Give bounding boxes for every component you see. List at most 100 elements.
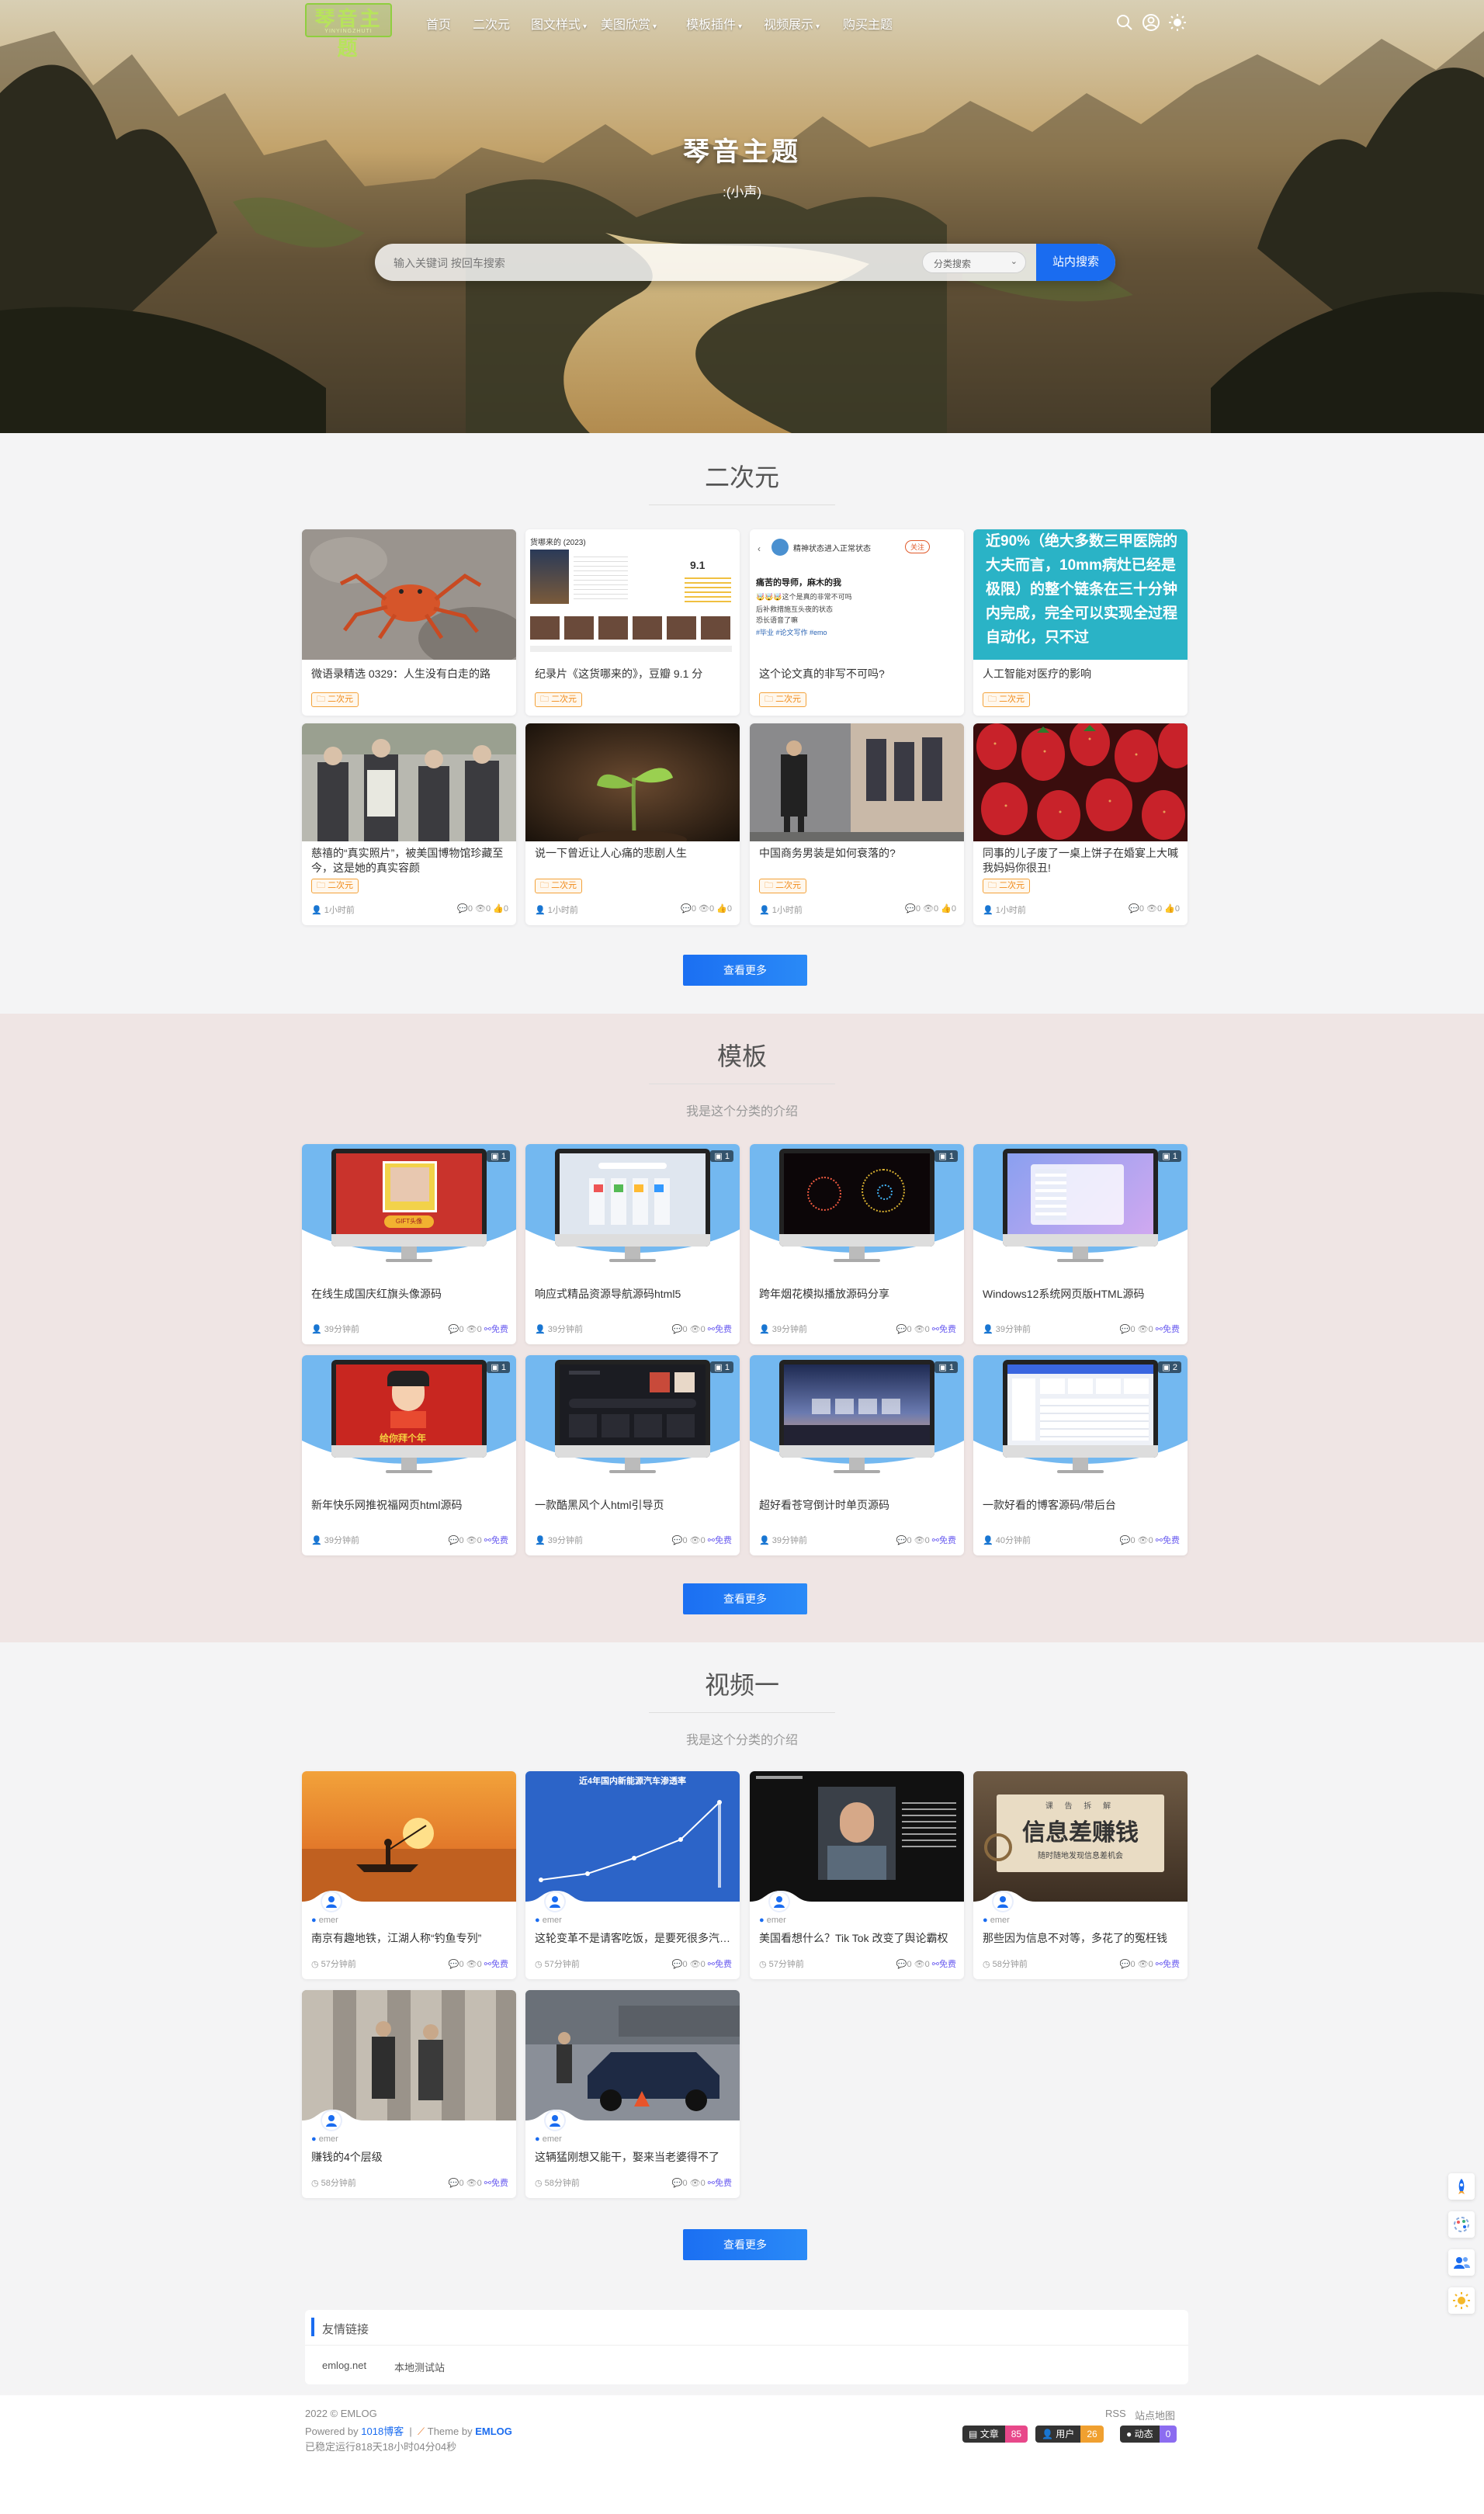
template-card[interactable]: 给你拜个年 ▣ 1 新年快乐网推祝福网页html源码 👤 39分钟前 💬0 👁0 ⚯免费: [302, 1355, 516, 1555]
video-card[interactable]: ● emer 南京有趣地铁，江湖人称“钓鱼专列” ◷ 57分钟前 💬0 👁0 ⚯免费: [302, 1771, 516, 1979]
template-title[interactable]: 在线生成国庆红旗头像源码: [311, 1287, 507, 1302]
category-tag[interactable]: 🗀 二次元: [535, 692, 583, 707]
post-card[interactable]: 微语录精选 0329：人生没有白走的路 🗀 二次元: [302, 529, 516, 716]
friend-links: 友情链接 emlog.net 本地测试站: [305, 2310, 1188, 2384]
post-title[interactable]: 人工智能对医疗的影响: [983, 667, 1178, 681]
post-title[interactable]: 微语录精选 0329：人生没有白走的路: [311, 667, 507, 681]
category-tag[interactable]: 🗀 二次元: [759, 692, 807, 707]
video-title[interactable]: 赚钱的4个层级: [311, 2150, 507, 2165]
category-tag[interactable]: 🗀 二次元: [311, 692, 359, 707]
video-title[interactable]: 这轮变革不是请客吃饭，是要死很多汽车...: [535, 1931, 730, 1946]
author-avatar[interactable]: [546, 2111, 564, 2130]
video-title[interactable]: 美国看想什么？Tik Tok 改变了舆论霸权: [759, 1931, 955, 1946]
author-name[interactable]: ● emer: [311, 2134, 338, 2144]
post-title[interactable]: 同事的儿子废了一桌上饼子在婚宴上大喊我妈妈你很丑!: [983, 846, 1178, 876]
like-icon[interactable]: 👍: [716, 904, 727, 914]
nav-anime[interactable]: 二次元: [473, 14, 510, 33]
author-avatar[interactable]: [322, 1892, 341, 1911]
sitemap-link[interactable]: 站点地图: [1135, 2408, 1175, 2422]
template-title[interactable]: 超好看苍穹倒计时单页源码: [759, 1498, 955, 1513]
template-title[interactable]: 一款好看的博客源码/带后台: [983, 1498, 1178, 1513]
search-button[interactable]: 站内搜索: [1036, 244, 1115, 281]
nav-buy-theme[interactable]: 购买主题: [843, 14, 893, 33]
category-select[interactable]: 分类搜索 ⌄: [922, 251, 1026, 273]
friend-link[interactable]: 本地测试站: [394, 2360, 445, 2374]
category-tag[interactable]: 🗀 二次元: [983, 879, 1031, 893]
author-avatar[interactable]: [770, 1892, 789, 1911]
comment-icon: 💬: [896, 1325, 907, 1334]
author-avatar[interactable]: [546, 1892, 564, 1911]
video-title[interactable]: 南京有趣地铁，江湖人称“钓鱼专列”: [311, 1931, 507, 1946]
author-avatar[interactable]: [993, 1892, 1012, 1911]
user-icon: 👤: [983, 906, 993, 915]
nav-gallery[interactable]: 美图欣赏 ▾: [601, 14, 657, 33]
template-title[interactable]: 新年快乐网推祝福网页html源码: [311, 1498, 507, 1513]
author-name[interactable]: ● emer: [535, 2134, 562, 2144]
post-card[interactable]: 近90%（绝大多数三甲医院的大夫而言，10mm病灶已经是极限）的整个链条在三十分…: [973, 529, 1188, 716]
site-logo[interactable]: 琴音主题 YINYINGZHUTI: [305, 3, 392, 61]
rss-link[interactable]: RSS: [1105, 2408, 1126, 2419]
category-tag[interactable]: 🗀 二次元: [535, 879, 583, 893]
post-title[interactable]: 慈禧的“真实照片”，被美国博物馆珍藏至今，这是她的真实容颜: [311, 846, 507, 876]
category-tag[interactable]: 🗀 二次元: [983, 692, 1031, 707]
author-name[interactable]: ● emer: [983, 1916, 1010, 1925]
video-card[interactable]: 近4年国内新能源汽车渗透率 ● emer 这轮变革不是请客吃饭，是要死很多汽车...…: [525, 1771, 740, 1979]
post-title[interactable]: 中国商务男装是如何衰落的?: [759, 846, 955, 876]
video-card[interactable]: ● emer 这辆猛刚想又能干，娶来当老婆得不了 ◷ 58分钟前 💬0 👁0 ⚯免费: [525, 1990, 740, 2198]
template-card[interactable]: ▣ 1 跨年烟花模拟播放源码分享 👤 39分钟前 💬0 👁0 ⚯免费: [750, 1144, 964, 1344]
template-card[interactable]: ▣ 1 Windows12系统网页版HTML源码 👤 39分钟前 💬0 👁0 ⚯免费: [973, 1144, 1188, 1344]
post-card[interactable]: 同事的儿子废了一桌上饼子在婚宴上大喊我妈妈你很丑! 🗀 二次元 👤 1小时前 💬…: [973, 723, 1188, 925]
post-card[interactable]: 货哪来的 (2023) 9.1 纪录片《这货哪来的》，豆瓣 9.1 分 🗀 二次…: [525, 529, 740, 716]
price-label: 免费: [1163, 1960, 1180, 1969]
template-title[interactable]: 响应式精品资源导航源码html5: [535, 1287, 730, 1302]
video-card[interactable]: ● emer 美国看想什么？Tik Tok 改变了舆论霸权 ◷ 57分钟前 💬0 👁0…: [750, 1771, 964, 1979]
sun-icon[interactable]: [1167, 12, 1188, 33]
nav-videos[interactable]: 视频展示 ▾: [764, 14, 820, 33]
video-title[interactable]: 那些因为信息不对等，多花了的冤枉钱: [983, 1931, 1178, 1946]
video-card[interactable]: ● emer 赚钱的4个层级 ◷ 58分钟前 💬0 👁0 ⚯免费: [302, 1990, 516, 2198]
author-name[interactable]: ● emer: [759, 1916, 786, 1925]
video-title[interactable]: 这辆猛刚想又能干，娶来当老婆得不了: [535, 2150, 730, 2165]
category-tag[interactable]: 🗀 二次元: [311, 879, 359, 893]
post-card[interactable]: 说一下曾近让人心痛的悲剧人生 🗀 二次元 👤 1小时前 💬0 👁0 👍0: [525, 723, 740, 925]
search-input[interactable]: 输入关键词 按回车搜索: [394, 255, 505, 271]
powered-link[interactable]: 1018博客: [361, 2426, 404, 2437]
nav-plugins[interactable]: 模板插件 ▾: [686, 14, 742, 33]
video-card[interactable]: 课 告 拆 解信息差赚钱 随时随地发现信息差机会 ● emer 那些因为信息不对等，多…: [973, 1771, 1188, 1979]
template-title[interactable]: Windows12系统网页版HTML源码: [983, 1287, 1178, 1302]
post-title[interactable]: 纪录片《这货哪来的》，豆瓣 9.1 分: [535, 667, 730, 681]
theme-link[interactable]: EMLOG: [475, 2426, 512, 2437]
price-icon: ⚯: [707, 2179, 715, 2188]
view-more-button[interactable]: 查看更多: [683, 955, 807, 986]
author-avatar[interactable]: [322, 2111, 341, 2130]
dark-mode-toggle[interactable]: [1448, 2287, 1475, 2314]
view-more-button[interactable]: 查看更多: [683, 1583, 807, 1614]
template-card[interactable]: GIFT头像 ▣ 1 在线生成国庆红旗头像源码 👤 39分钟前 💬0 👁0 ⚯免费: [302, 1144, 516, 1344]
nav-post-style[interactable]: 图文样式 ▾: [531, 14, 587, 33]
category-tag[interactable]: 🗀 二次元: [759, 879, 807, 893]
template-card[interactable]: ▣ 1 一款酷黑风个人html引导页 👤 39分钟前 💬0 👁0 ⚯免费: [525, 1355, 740, 1555]
post-card[interactable]: ‹ 精神状态进入正常状态 关注 痛苦的导师，麻木的我 🤯🤯🤯这个是真的非常不可吗…: [750, 529, 964, 716]
user-icon[interactable]: [1141, 12, 1161, 33]
like-icon[interactable]: 👍: [493, 904, 504, 914]
nav-home[interactable]: 首页: [426, 14, 451, 33]
post-card[interactable]: 中国商务男装是如何衰落的? 🗀 二次元 👤 1小时前 💬0 👁0 👍0: [750, 723, 964, 925]
back-to-top-button[interactable]: [1448, 2173, 1475, 2200]
author-name[interactable]: ● emer: [311, 1916, 338, 1925]
color-theme-button[interactable]: [1448, 2211, 1475, 2238]
template-card[interactable]: ▣ 2 一款好看的博客源码/带后台 👤 40分钟前 💬0 👁0 ⚯免费: [973, 1355, 1188, 1555]
template-card[interactable]: ▣ 1 响应式精品资源导航源码html5 👤 39分钟前 💬0 👁0 ⚯免费: [525, 1144, 740, 1344]
post-title[interactable]: 说一下曾近让人心痛的悲剧人生: [535, 846, 730, 876]
user-center-button[interactable]: [1448, 2249, 1475, 2276]
post-card[interactable]: 慈禧的“真实照片”，被美国博物馆珍藏至今，这是她的真实容颜 🗀 二次元 👤 1小…: [302, 723, 516, 925]
template-title[interactable]: 一款酷黑风个人html引导页: [535, 1498, 730, 1513]
template-title[interactable]: 跨年烟花模拟播放源码分享: [759, 1287, 955, 1302]
post-title[interactable]: 这个论文真的非写不可吗?: [759, 667, 955, 681]
search-icon[interactable]: [1115, 12, 1135, 33]
like-icon[interactable]: 👍: [941, 904, 952, 914]
view-more-button[interactable]: 查看更多: [683, 2229, 807, 2260]
author-name[interactable]: ● emer: [535, 1916, 562, 1925]
friend-link[interactable]: emlog.net: [322, 2360, 366, 2371]
template-card[interactable]: ▣ 1 超好看苍穹倒计时单页源码 👤 39分钟前 💬0 👁0 ⚯免费: [750, 1355, 964, 1555]
like-icon[interactable]: 👍: [1164, 904, 1175, 914]
